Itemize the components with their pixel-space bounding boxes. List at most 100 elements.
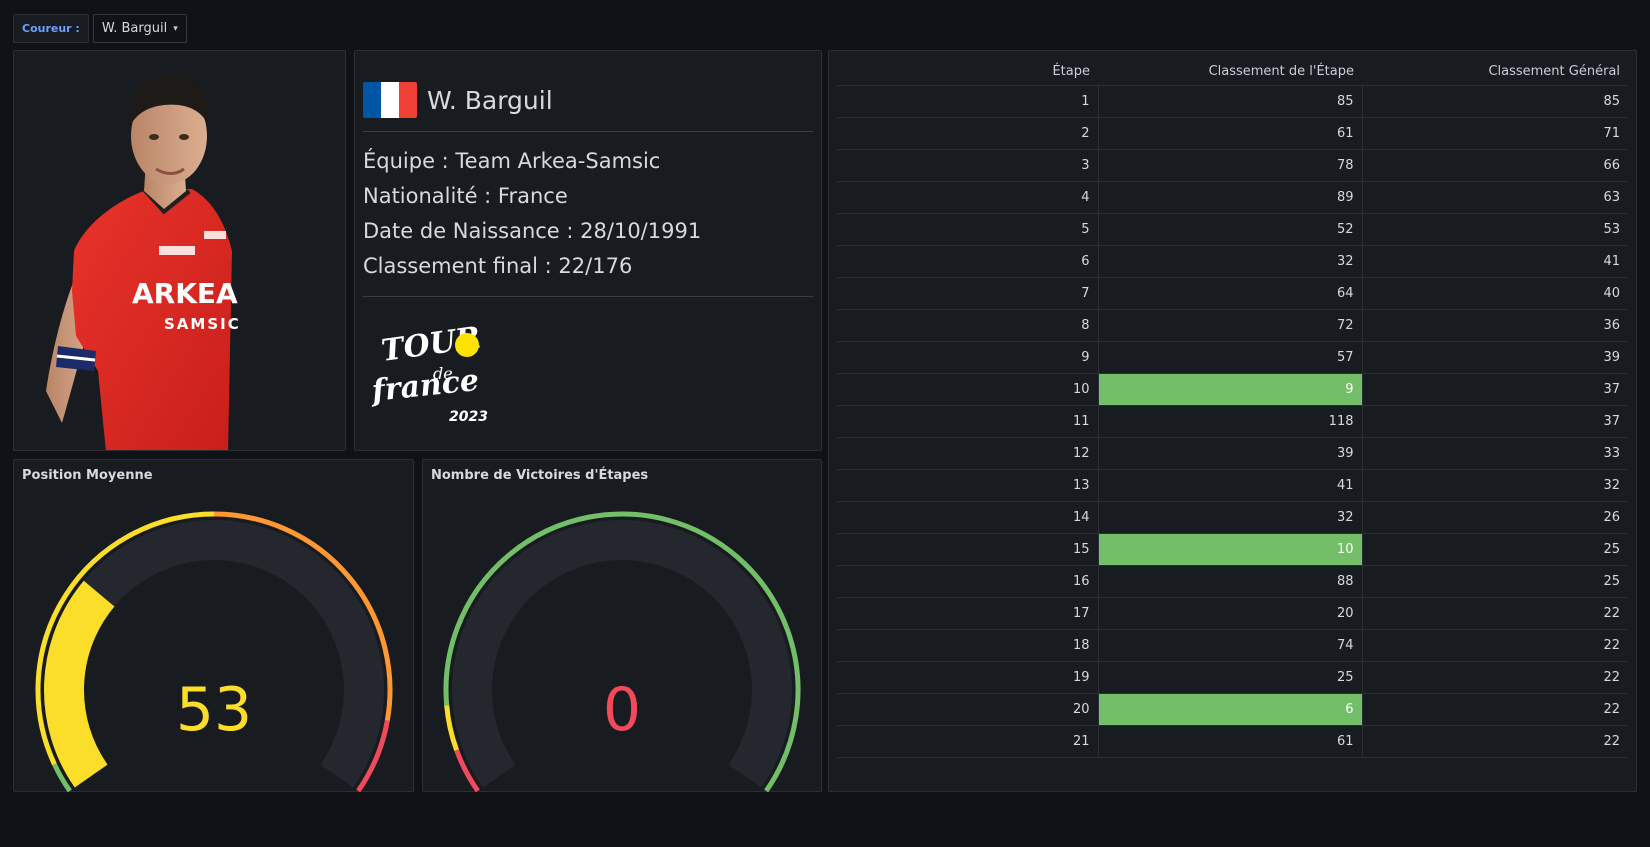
stage-rank-cell: 118 (1098, 405, 1363, 438)
logo-line-3: france (369, 363, 481, 409)
general-rank-cell: 22 (1362, 693, 1628, 726)
table-row: 15 10 25 (837, 533, 1628, 566)
general-rank-cell: 39 (1362, 341, 1628, 374)
table-row: 2 61 71 (837, 117, 1628, 150)
general-rank-cell: 25 (1362, 533, 1628, 566)
jersey-text-arkea: ARKEA (132, 277, 238, 310)
general-rank-cell: 26 (1362, 501, 1628, 534)
logo-sun (455, 333, 479, 357)
stage-rank-cell: 9 (1098, 373, 1363, 406)
table-row: 17 20 22 (837, 597, 1628, 630)
average-position-gauge: 53 (35, 511, 393, 793)
stage-wins-panel: Nombre de Victoires d'Étapes 0 (422, 459, 822, 793)
stage-rank-cell: 20 (1098, 597, 1363, 630)
general-rank-cell: 22 (1362, 661, 1628, 694)
table-body: 1 85 85 2 61 71 3 78 66 4 89 63 5 52 53 6 32 41 7 64 40 8 72 36… (837, 85, 1628, 758)
nationality-line: Nationalité : France (363, 184, 568, 208)
stage-rank-cell: 85 (1098, 85, 1363, 118)
general-rank-cell: 36 (1362, 309, 1628, 342)
general-rank-cell: 22 (1362, 629, 1628, 662)
stage-wins-gauge: 0 (443, 511, 801, 793)
flag-icon (363, 82, 417, 118)
rider-select-value: W. Barguil (101, 21, 168, 36)
stage-cell: 19 (837, 661, 1099, 694)
general-rank-cell: 53 (1362, 213, 1628, 246)
final-ranking-line: Classement final : 22/176 (363, 254, 633, 278)
team-line: Équipe : Team Arkea-Samsic (363, 149, 661, 173)
stage-cell: 10 (837, 373, 1099, 406)
stage-rank-cell: 6 (1098, 693, 1363, 726)
table-header-row: Étape Classement de l'Étape Classement G… (837, 59, 1628, 86)
chevron-down-icon: ▾ (173, 23, 178, 34)
general-rank-cell: 22 (1362, 597, 1628, 630)
table-row: 14 32 26 (837, 501, 1628, 534)
stage-rank-cell: 64 (1098, 277, 1363, 310)
birthdate-line: Date de Naissance : 28/10/1991 (363, 219, 702, 243)
table-row: 21 61 22 (837, 725, 1628, 758)
column-header-stage[interactable]: Étape (837, 59, 1098, 86)
general-rank-cell: 25 (1362, 565, 1628, 598)
stage-cell: 21 (837, 725, 1099, 758)
general-rank-cell: 85 (1362, 85, 1628, 118)
general-rank-cell: 37 (1362, 373, 1628, 406)
column-header-general-rank[interactable]: Classement Général (1362, 59, 1628, 86)
stage-rank-cell: 39 (1098, 437, 1363, 470)
stage-cell: 1 (837, 85, 1099, 118)
stage-rank-cell: 74 (1098, 629, 1363, 662)
general-rank-cell: 63 (1362, 181, 1628, 214)
general-rank-cell: 66 (1362, 149, 1628, 182)
rider-photo: ARKEA SAMSIC (46, 74, 241, 450)
stage-cell: 4 (837, 181, 1099, 214)
table-row: 5 52 53 (837, 213, 1628, 246)
rider-header: W. Barguil (355, 51, 821, 131)
stage-cell: 7 (837, 277, 1099, 310)
average-position-panel: Position Moyenne 53 (13, 459, 414, 793)
general-rank-cell: 33 (1362, 437, 1628, 470)
logo-year: 2023 (449, 409, 488, 425)
general-rank-cell: 40 (1362, 277, 1628, 310)
stage-cell: 18 (837, 629, 1099, 662)
stage-cell: 8 (837, 309, 1099, 342)
general-rank-cell: 22 (1362, 725, 1628, 758)
stage-rank-cell: 57 (1098, 341, 1363, 374)
stage-rank-cell: 61 (1098, 725, 1363, 758)
stage-rank-cell: 32 (1098, 501, 1363, 534)
average-position-value: 53 (176, 675, 252, 745)
general-rank-cell: 71 (1362, 117, 1628, 150)
stage-cell: 2 (837, 117, 1099, 150)
table-row: 7 64 40 (837, 277, 1628, 310)
rider-name: W. Barguil (427, 85, 553, 115)
stage-ranking-table-panel: Étape Classement de l'Étape Classement G… (828, 50, 1637, 792)
stage-rank-cell: 78 (1098, 149, 1363, 182)
general-rank-cell: 37 (1362, 405, 1628, 438)
table-row: 9 57 39 (837, 341, 1628, 374)
stage-rank-cell: 72 (1098, 309, 1363, 342)
rider-select[interactable]: W. Barguil ▾ (92, 14, 187, 43)
table-row: 16 88 25 (837, 565, 1628, 598)
rider-info-panel: W. Barguil Équipe : Team Arkea-Samsic Na… (354, 50, 822, 451)
rider-variable-label: Coureur : (13, 14, 89, 43)
table-row: 10 9 37 (837, 373, 1628, 406)
jersey-text-samsic: SAMSIC (164, 315, 241, 333)
table-row: 13 41 32 (837, 469, 1628, 502)
table-row: 20 6 22 (837, 693, 1628, 726)
rider-photo-panel: ARKEA SAMSIC (13, 50, 346, 451)
table-row: 8 72 36 (837, 309, 1628, 342)
table-row: 4 89 63 (837, 181, 1628, 214)
stage-rank-cell: 88 (1098, 565, 1363, 598)
stage-cell: 16 (837, 565, 1099, 598)
stage-cell: 11 (837, 405, 1099, 438)
stage-cell: 5 (837, 213, 1099, 246)
stage-cell: 9 (837, 341, 1099, 374)
table-row: 1 85 85 (837, 85, 1628, 118)
rider-details: Équipe : Team Arkea-Samsic Nationalité :… (355, 132, 821, 296)
stage-cell: 14 (837, 501, 1099, 534)
stage-wins-value: 0 (603, 675, 641, 745)
column-header-stage-rank[interactable]: Classement de l'Étape (1098, 59, 1362, 86)
general-rank-cell: 41 (1362, 245, 1628, 278)
stage-rank-cell: 52 (1098, 213, 1363, 246)
stage-cell: 12 (837, 437, 1099, 470)
stage-ranking-table: Étape Classement de l'Étape Classement G… (837, 59, 1628, 758)
stage-rank-cell: 10 (1098, 533, 1363, 566)
stage-rank-cell: 41 (1098, 469, 1363, 502)
